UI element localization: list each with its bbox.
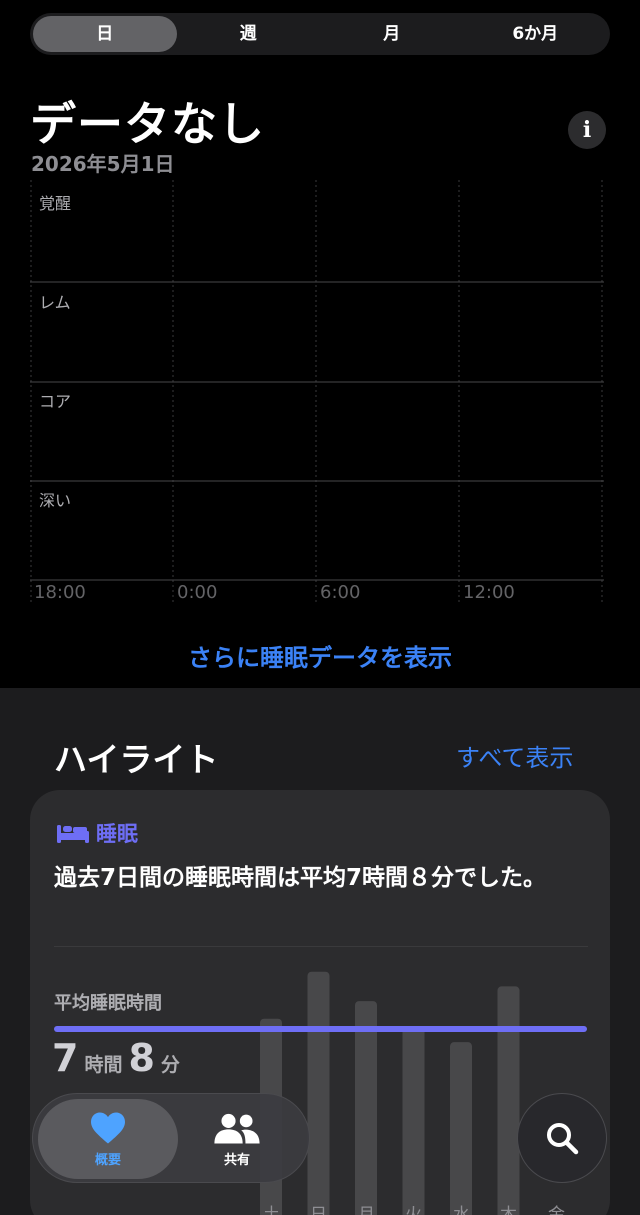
segment-month[interactable]: 月 <box>320 16 464 52</box>
tab-summary-label: 概要 <box>94 1152 121 1168</box>
sleep-stage-chart-grid <box>30 180 604 605</box>
tab-sharing-label: 共有 <box>223 1152 250 1168</box>
x-tick-label: 6:00 <box>320 582 361 603</box>
info-icon[interactable]: i <box>568 111 606 149</box>
show-all-link[interactable]: すべて表示 <box>456 738 573 773</box>
average-sleep-value: 7 時間 8 分 <box>52 1036 180 1080</box>
day-label: 木 <box>500 1205 517 1215</box>
sleep-stage-chart: 覚醒 レム コア 深い 18:00 0:00 6:00 12:00 <box>30 180 604 605</box>
avg-hours: 7 <box>52 1036 79 1080</box>
day-label: 水 <box>453 1205 470 1215</box>
day-label: 土 <box>263 1205 280 1215</box>
sleep-bar-5 <box>497 986 520 1215</box>
tab-summary[interactable]: 概要 <box>38 1099 178 1179</box>
sleep-bar-1 <box>307 971 330 1215</box>
day-label: 月 <box>358 1205 375 1215</box>
day-label: 火 <box>405 1205 422 1215</box>
avg-minutes: 8 <box>128 1036 155 1080</box>
highlights-title: ハイライト <box>54 740 219 779</box>
average-sleep-label: 平均睡眠時間 <box>54 993 162 1014</box>
sleep-bar-3 <box>402 1027 425 1215</box>
segment-week[interactable]: 週 <box>177 16 321 52</box>
row-label-core: コア <box>39 392 72 411</box>
show-more-sleep-data-link[interactable]: さらに睡眠データを表示 <box>0 638 640 673</box>
segment-six-months[interactable]: 6か月 <box>464 16 608 52</box>
tab-bar: 概要 共有 <box>32 1093 310 1183</box>
tab-sharing[interactable]: 共有 <box>167 1099 307 1179</box>
search-button[interactable] <box>517 1093 607 1183</box>
search-icon <box>547 1123 579 1155</box>
heart-icon <box>91 1112 125 1143</box>
day-label: 金 <box>548 1205 565 1215</box>
x-tick-label: 0:00 <box>177 582 218 603</box>
sleep-bar-2 <box>355 1001 377 1215</box>
avg-hours-unit: 時間 <box>84 1054 123 1076</box>
day-label: 日 <box>310 1205 327 1215</box>
row-label-awake: 覚醒 <box>39 194 72 213</box>
avg-minutes-unit: 分 <box>160 1054 180 1076</box>
row-label-deep: 深い <box>39 491 72 510</box>
page-title: データなし <box>30 97 265 151</box>
row-label-rem: レム <box>39 293 71 312</box>
date-label: 2026年5月1日 <box>31 152 175 176</box>
segment-day[interactable]: 日 <box>33 16 177 52</box>
x-tick-label: 18:00 <box>34 582 86 603</box>
x-tick-label: 12:00 <box>463 582 515 603</box>
sleep-bar-4 <box>450 1042 472 1215</box>
period-segmented-control: 日 週 月 6か月 <box>30 13 610 55</box>
people-icon <box>214 1113 260 1144</box>
average-line <box>54 1026 587 1032</box>
